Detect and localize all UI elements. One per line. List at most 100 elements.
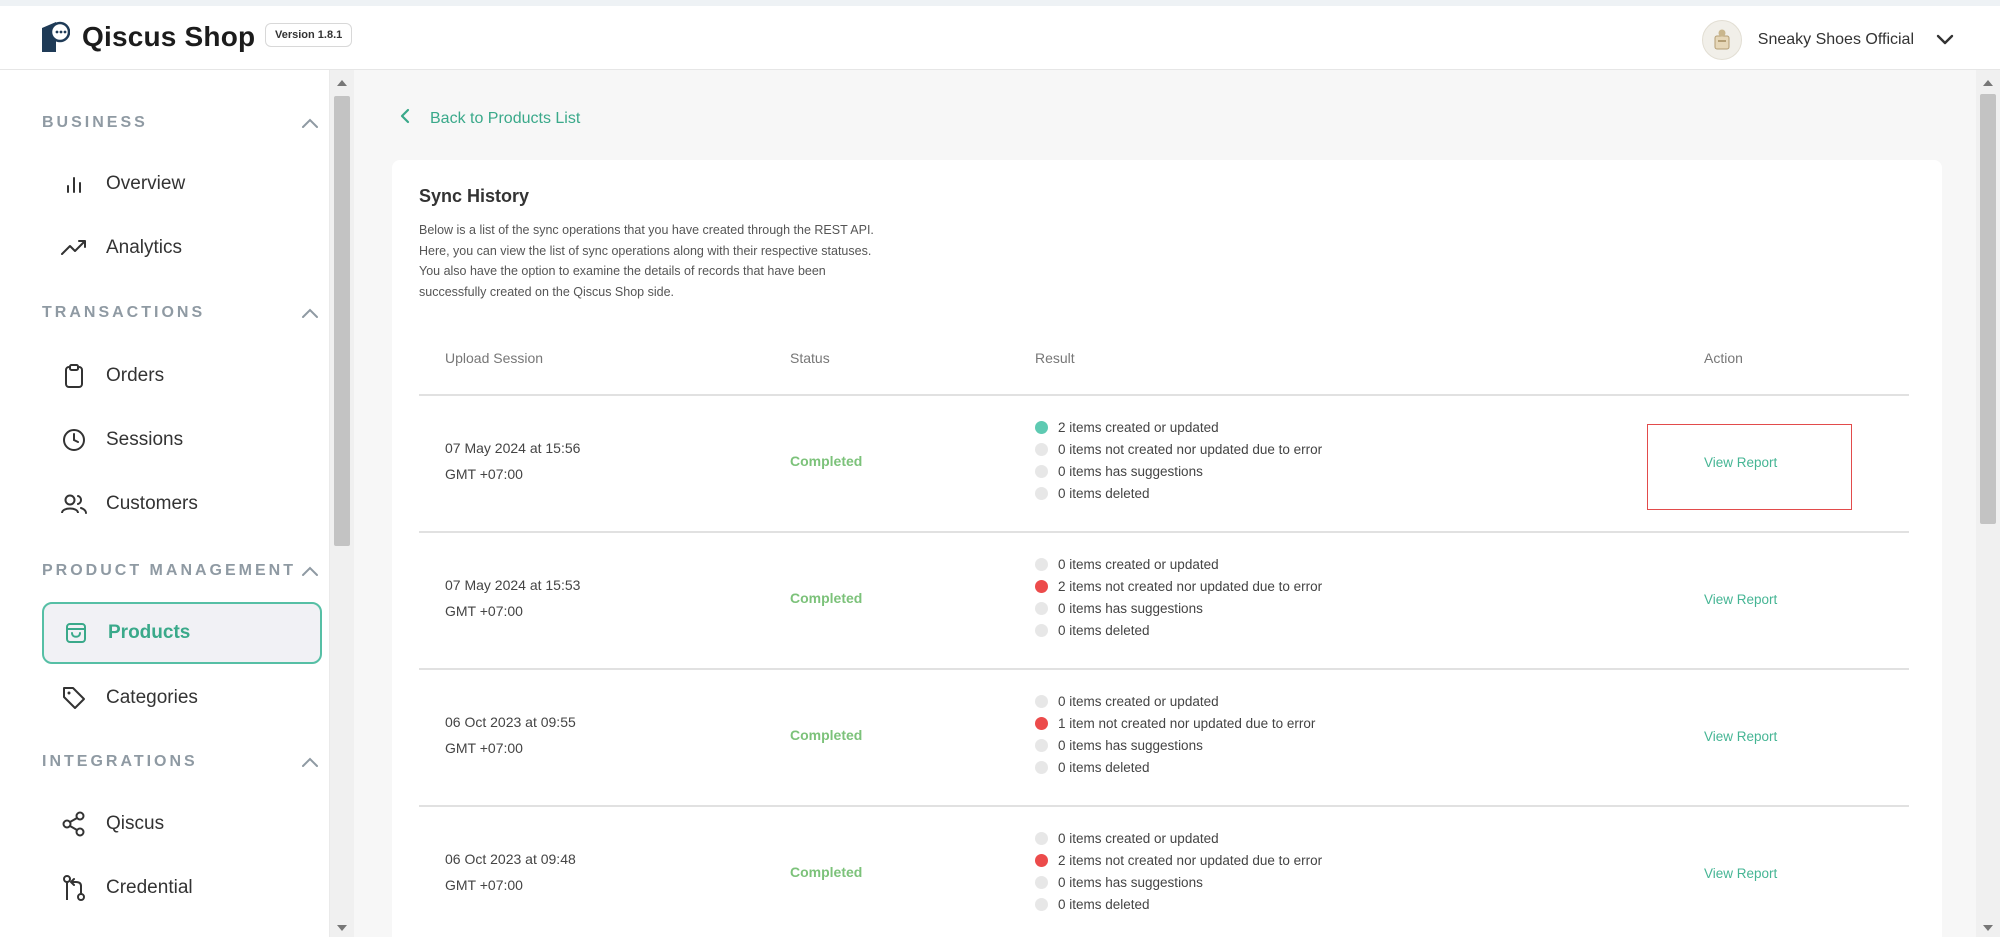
scroll-down-arrow-icon[interactable] bbox=[1983, 925, 1993, 931]
result-text: 2 items not created nor updated due to e… bbox=[1058, 578, 1323, 594]
app-logo[interactable]: Qiscus Shop bbox=[40, 20, 255, 54]
session-timezone: GMT +07:00 bbox=[445, 877, 523, 893]
session-timezone: GMT +07:00 bbox=[445, 603, 523, 619]
status-dot-icon bbox=[1035, 738, 1048, 752]
result-text: 0 items has suggestions bbox=[1058, 463, 1203, 479]
scroll-down-arrow-icon[interactable] bbox=[337, 925, 347, 931]
chevron-up-icon[interactable] bbox=[298, 750, 322, 774]
sidebar-item-qiscus[interactable]: Qiscus bbox=[42, 793, 322, 855]
result-text: 0 items has suggestions bbox=[1058, 737, 1203, 753]
card-description: Below is a list of the sync operations t… bbox=[419, 220, 979, 303]
result-line: 2 items created or updated bbox=[1035, 416, 1322, 438]
result-text: 0 items deleted bbox=[1058, 896, 1150, 912]
table-divider bbox=[419, 531, 1909, 533]
section-business[interactable]: BUSINESS bbox=[42, 108, 322, 138]
sidebar-item-orders[interactable]: Orders bbox=[42, 345, 322, 407]
git-pull-request-icon bbox=[60, 874, 88, 902]
sidebar-item-customers[interactable]: Customers bbox=[42, 473, 322, 535]
sync-history-card: Sync History Below is a list of the sync… bbox=[392, 160, 1942, 937]
result-cell: 0 items created or updated 1 item not cr… bbox=[1035, 690, 1315, 778]
highlight-box bbox=[1647, 424, 1852, 510]
section-transactions[interactable]: TRANSACTIONS bbox=[42, 298, 322, 328]
result-text: 2 items not created nor updated due to e… bbox=[1058, 852, 1323, 868]
session-date: 07 May 2024 at 15:53 bbox=[445, 577, 581, 593]
user-name[interactable]: Sneaky Shoes Official bbox=[1758, 31, 1914, 49]
view-report-button[interactable]: View Report bbox=[1704, 729, 1777, 744]
sidebar-item-overview[interactable]: Overview bbox=[42, 153, 322, 215]
table-divider bbox=[419, 394, 1909, 396]
status-dot-icon bbox=[1035, 897, 1048, 911]
scroll-up-arrow-icon[interactable] bbox=[1983, 80, 1993, 86]
result-line: 2 items not created nor updated due to e… bbox=[1035, 849, 1322, 871]
status-badge: Completed bbox=[790, 453, 863, 469]
back-link-label: Back to Products List bbox=[430, 109, 581, 127]
upload-session-cell: 07 May 2024 at 15:53 GMT +07:00 bbox=[445, 572, 580, 624]
section-integrations[interactable]: INTEGRATIONS bbox=[42, 747, 322, 777]
column-header-upload-session: Upload Session bbox=[445, 350, 544, 366]
status-dot-icon bbox=[1035, 557, 1048, 571]
upload-session-cell: 06 Oct 2023 at 09:48 GMT +07:00 bbox=[445, 846, 576, 898]
result-line: 0 items created or updated bbox=[1035, 553, 1322, 575]
scroll-up-arrow-icon[interactable] bbox=[337, 80, 347, 86]
result-text: 2 items created or updated bbox=[1058, 419, 1219, 435]
table-divider bbox=[419, 668, 1909, 670]
status-dot-icon bbox=[1035, 694, 1048, 708]
user-menu[interactable]: Sneaky Shoes Official bbox=[1701, 20, 1960, 60]
sidebar-item-label: Analytics bbox=[106, 237, 183, 258]
section-title: INTEGRATIONS bbox=[42, 753, 198, 770]
status-dot-icon bbox=[1035, 853, 1048, 867]
status-dot-icon bbox=[1035, 716, 1048, 730]
sidebar-item-products[interactable]: Products bbox=[42, 602, 322, 664]
session-date: 07 May 2024 at 15:56 bbox=[445, 440, 581, 456]
result-text: 0 items deleted bbox=[1058, 622, 1150, 638]
section-product-management[interactable]: PRODUCT MANAGEMENT bbox=[42, 556, 322, 586]
description-line: successfully created on the Qiscus Shop … bbox=[419, 284, 674, 299]
result-line: 0 items deleted bbox=[1035, 482, 1322, 504]
sidebar-item-label: Overview bbox=[106, 173, 186, 194]
section-title: BUSINESS bbox=[42, 114, 148, 131]
result-text: 0 items created or updated bbox=[1058, 830, 1219, 846]
sidebar-item-categories[interactable]: Categories bbox=[42, 667, 322, 729]
chevron-down-icon[interactable] bbox=[1930, 25, 1960, 55]
status-dot-icon bbox=[1035, 831, 1048, 845]
section-title: PRODUCT MANAGEMENT bbox=[42, 562, 296, 579]
view-report-button[interactable]: View Report bbox=[1704, 866, 1777, 881]
session-date: 06 Oct 2023 at 09:55 bbox=[445, 714, 576, 730]
sidebar-item-label: Categories bbox=[106, 687, 198, 708]
result-line: 0 items deleted bbox=[1035, 893, 1322, 915]
page-title: Sync History bbox=[419, 186, 530, 206]
sidebar-scrollbar-thumb[interactable] bbox=[334, 96, 350, 546]
result-line: 0 items deleted bbox=[1035, 756, 1315, 778]
store-avatar-icon bbox=[1714, 29, 1730, 50]
column-header-result: Result bbox=[1035, 350, 1075, 366]
chevron-left-icon bbox=[400, 108, 410, 129]
clock-icon bbox=[60, 426, 88, 454]
status-dot-icon bbox=[1035, 623, 1048, 637]
status-dot-icon bbox=[1035, 875, 1048, 889]
sidebar-item-sessions[interactable]: Sessions bbox=[42, 409, 322, 471]
sidebar-item-label: Credential bbox=[106, 877, 193, 898]
chevron-up-icon[interactable] bbox=[298, 559, 322, 583]
column-header-status: Status bbox=[790, 350, 830, 366]
chevron-up-icon[interactable] bbox=[298, 111, 322, 135]
view-report-button[interactable]: View Report bbox=[1704, 592, 1777, 607]
result-line: 0 items created or updated bbox=[1035, 690, 1315, 712]
sidebar-item-credential[interactable]: Credential bbox=[42, 857, 322, 919]
clipboard-icon bbox=[60, 362, 88, 390]
top-header: Qiscus Shop Version 1.8.1 Sneaky Shoes O… bbox=[0, 0, 2000, 70]
section-title: TRANSACTIONS bbox=[42, 304, 206, 321]
result-line: 0 items has suggestions bbox=[1035, 460, 1322, 482]
result-cell: 0 items created or updated 2 items not c… bbox=[1035, 553, 1322, 641]
status-dot-icon bbox=[1035, 464, 1048, 478]
sidebar-item-label: Products bbox=[108, 622, 191, 643]
main-scrollbar-thumb[interactable] bbox=[1980, 94, 1996, 524]
avatar[interactable] bbox=[1701, 20, 1742, 60]
chevron-up-icon[interactable] bbox=[298, 301, 322, 325]
result-cell: 2 items created or updated 0 items not c… bbox=[1035, 416, 1322, 504]
description-line: Here, you can view the list of sync oper… bbox=[419, 243, 872, 258]
result-text: 0 items created or updated bbox=[1058, 693, 1219, 709]
sidebar-item-analytics[interactable]: Analytics bbox=[42, 217, 322, 279]
column-header-action: Action bbox=[1704, 350, 1743, 366]
status-dot-icon bbox=[1035, 760, 1048, 774]
back-to-products-link[interactable]: Back to Products List bbox=[400, 108, 580, 129]
